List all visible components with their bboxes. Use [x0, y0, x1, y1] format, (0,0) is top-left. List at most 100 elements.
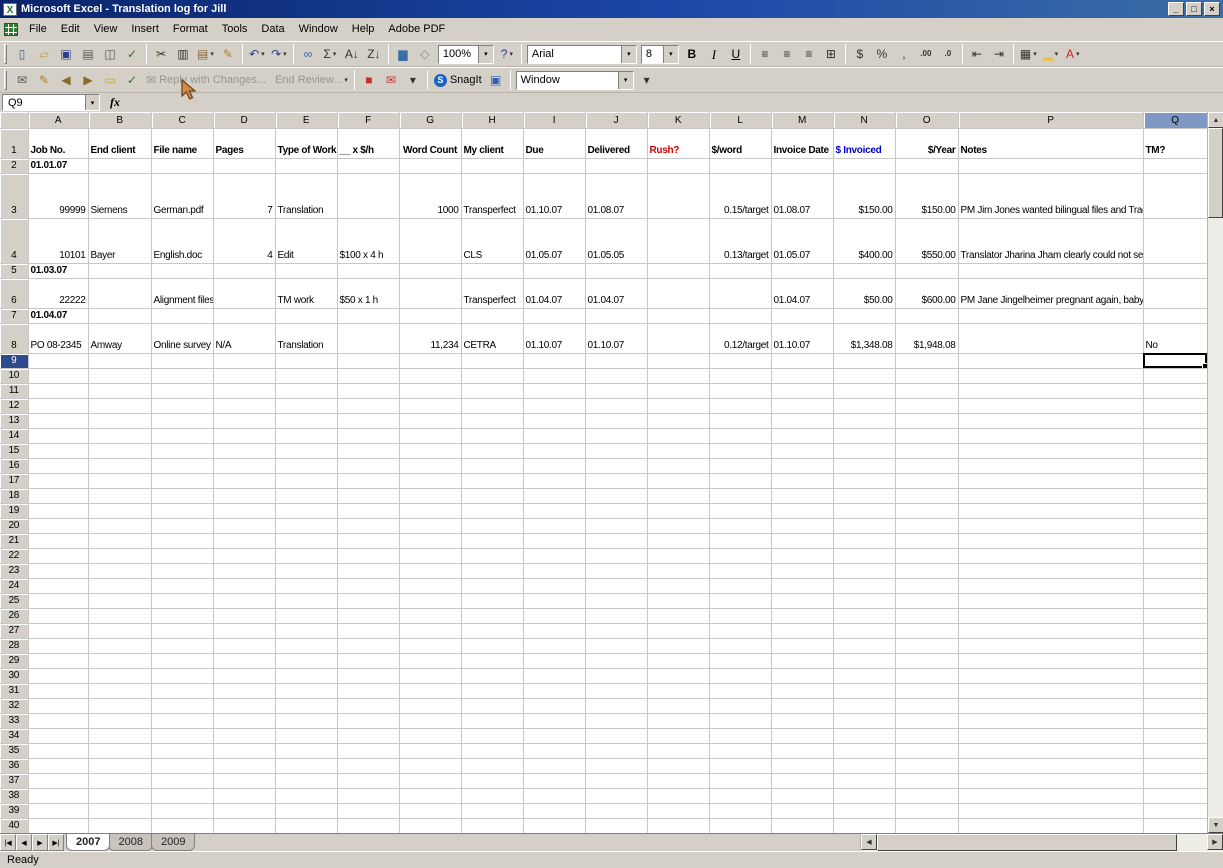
- cell-K4[interactable]: [647, 218, 709, 263]
- cell-N7[interactable]: [833, 308, 895, 323]
- cell-H18[interactable]: [461, 488, 523, 503]
- cell-H9[interactable]: [461, 353, 523, 368]
- cell-D13[interactable]: [213, 413, 275, 428]
- cell-B38[interactable]: [88, 788, 151, 803]
- cell-P40[interactable]: [958, 818, 1143, 833]
- cell-G8[interactable]: 11,234: [399, 323, 461, 353]
- cell-Q16[interactable]: [1143, 458, 1207, 473]
- cell-H13[interactable]: [461, 413, 523, 428]
- cell-H5[interactable]: [461, 263, 523, 278]
- cell-D1[interactable]: Pages: [213, 128, 275, 158]
- chevron-down-icon[interactable]: ▾: [621, 46, 636, 63]
- cell-B39[interactable]: [88, 803, 151, 818]
- cell-M14[interactable]: [771, 428, 833, 443]
- cell-I24[interactable]: [523, 578, 585, 593]
- cell-F27[interactable]: [337, 623, 399, 638]
- menu-tools[interactable]: Tools: [215, 20, 255, 39]
- cell-B6[interactable]: [88, 278, 151, 308]
- cell-M18[interactable]: [771, 488, 833, 503]
- cell-P12[interactable]: [958, 398, 1143, 413]
- cell-E16[interactable]: [275, 458, 337, 473]
- cell-P36[interactable]: [958, 758, 1143, 773]
- cell-O39[interactable]: [895, 803, 958, 818]
- cell-H25[interactable]: [461, 593, 523, 608]
- cell-J35[interactable]: [585, 743, 647, 758]
- cell-E29[interactable]: [275, 653, 337, 668]
- cell-P25[interactable]: [958, 593, 1143, 608]
- cell-N9[interactable]: [833, 353, 895, 368]
- cell-F8[interactable]: [337, 323, 399, 353]
- cell-C1[interactable]: File name: [151, 128, 213, 158]
- cell-O21[interactable]: [895, 533, 958, 548]
- cell-B4[interactable]: Bayer: [88, 218, 151, 263]
- cell-P18[interactable]: [958, 488, 1143, 503]
- cell-Q23[interactable]: [1143, 563, 1207, 578]
- cell-I11[interactable]: [523, 383, 585, 398]
- cell-E26[interactable]: [275, 608, 337, 623]
- cell-G11[interactable]: [399, 383, 461, 398]
- cell-H11[interactable]: [461, 383, 523, 398]
- cell-I4[interactable]: 01.05.07: [523, 218, 585, 263]
- cell-Q35[interactable]: [1143, 743, 1207, 758]
- cell-O22[interactable]: [895, 548, 958, 563]
- cell-I28[interactable]: [523, 638, 585, 653]
- cell-C7[interactable]: [151, 308, 213, 323]
- cell-F24[interactable]: [337, 578, 399, 593]
- cell-B40[interactable]: [88, 818, 151, 833]
- cell-M19[interactable]: [771, 503, 833, 518]
- cell-C32[interactable]: [151, 698, 213, 713]
- cell-K40[interactable]: [647, 818, 709, 833]
- cell-G31[interactable]: [399, 683, 461, 698]
- cell-O17[interactable]: [895, 473, 958, 488]
- cell-H27[interactable]: [461, 623, 523, 638]
- cell-F13[interactable]: [337, 413, 399, 428]
- row-header-19[interactable]: 19: [0, 503, 28, 518]
- cell-A30[interactable]: [28, 668, 88, 683]
- align-right-icon[interactable]: ≡: [799, 44, 819, 64]
- undo-icon[interactable]: ↶▾: [247, 44, 267, 64]
- column-header-L[interactable]: L: [709, 112, 771, 128]
- cell-I32[interactable]: [523, 698, 585, 713]
- cell-J26[interactable]: [585, 608, 647, 623]
- cell-D40[interactable]: [213, 818, 275, 833]
- cell-P15[interactable]: [958, 443, 1143, 458]
- cell-O6[interactable]: $600.00: [895, 278, 958, 308]
- cell-J19[interactable]: [585, 503, 647, 518]
- cell-J6[interactable]: 01.04.07: [585, 278, 647, 308]
- column-header-Q[interactable]: Q: [1143, 112, 1207, 128]
- cell-N27[interactable]: [833, 623, 895, 638]
- cell-F3[interactable]: [337, 173, 399, 218]
- cell-M37[interactable]: [771, 773, 833, 788]
- cell-B33[interactable]: [88, 713, 151, 728]
- cell-K21[interactable]: [647, 533, 709, 548]
- cell-L15[interactable]: [709, 443, 771, 458]
- copy-icon[interactable]: ▥: [173, 44, 193, 64]
- cell-B15[interactable]: [88, 443, 151, 458]
- cell-H10[interactable]: [461, 368, 523, 383]
- cell-O27[interactable]: [895, 623, 958, 638]
- cell-E20[interactable]: [275, 518, 337, 533]
- cell-D39[interactable]: [213, 803, 275, 818]
- cell-J12[interactable]: [585, 398, 647, 413]
- help-icon[interactable]: ?▾: [497, 44, 517, 64]
- cell-J18[interactable]: [585, 488, 647, 503]
- cell-J32[interactable]: [585, 698, 647, 713]
- row-header-17[interactable]: 17: [0, 473, 28, 488]
- new-document-icon[interactable]: ▯: [12, 44, 32, 64]
- cell-G1[interactable]: Word Count: [399, 128, 461, 158]
- cell-A14[interactable]: [28, 428, 88, 443]
- cell-Q20[interactable]: [1143, 518, 1207, 533]
- cell-F40[interactable]: [337, 818, 399, 833]
- cell-F10[interactable]: [337, 368, 399, 383]
- email-pdf-icon[interactable]: ✉: [381, 70, 401, 90]
- cell-C22[interactable]: [151, 548, 213, 563]
- cell-M29[interactable]: [771, 653, 833, 668]
- cell-Q39[interactable]: [1143, 803, 1207, 818]
- cell-E36[interactable]: [275, 758, 337, 773]
- row-header-11[interactable]: 11: [0, 383, 28, 398]
- cell-O20[interactable]: [895, 518, 958, 533]
- cell-Q15[interactable]: [1143, 443, 1207, 458]
- cell-D19[interactable]: [213, 503, 275, 518]
- cell-B19[interactable]: [88, 503, 151, 518]
- cell-P5[interactable]: [958, 263, 1143, 278]
